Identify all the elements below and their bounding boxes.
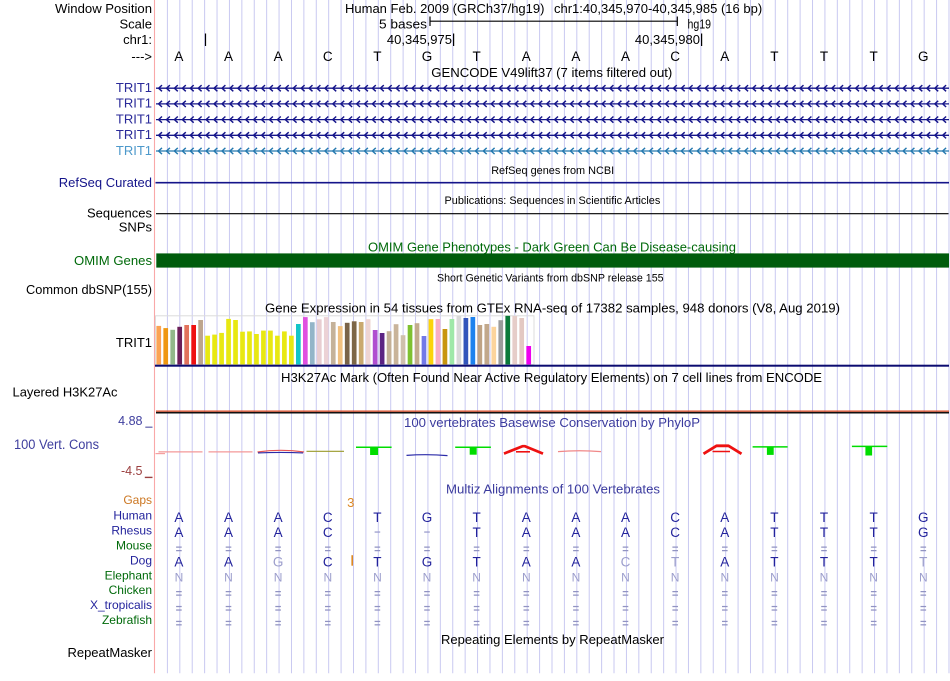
svg-text:Short Genetic Variants from db: Short Genetic Variants from dbSNP releas… (437, 272, 664, 284)
svg-text:Common dbSNP(155): Common dbSNP(155) (26, 282, 152, 297)
svg-text:TRIT1: TRIT1 (116, 143, 152, 158)
svg-text:chr1:: chr1: (123, 32, 152, 47)
svg-text:-4.5: -4.5 (121, 464, 143, 478)
svg-text:Zebrafish: Zebrafish (102, 613, 152, 627)
svg-text:AAACTAAACATTTG: AAACTAAACATTTG (174, 525, 928, 540)
svg-text:OMIM Genes: OMIM Genes (74, 253, 153, 268)
svg-text:RefSeq genes from NCBI: RefSeq genes from NCBI (491, 165, 614, 177)
svg-text:AAACTGTAAACATTTG: AAACTGTAAACATTTG (174, 49, 928, 64)
svg-text:Gene Expression in 54 tissues: Gene Expression in 54 tissues from GTEx … (265, 301, 840, 316)
svg-text:GENCODE V49lift37 (7 items fil: GENCODE V49lift37 (7 items filtered out) (431, 66, 672, 80)
svg-text:Rhesus: Rhesus (111, 524, 152, 538)
svg-text:GCTT: GCTT (273, 554, 928, 569)
svg-text:TRIT1: TRIT1 (116, 127, 152, 142)
svg-text:Mouse: Mouse (116, 538, 152, 552)
svg-text:Repeating Elements by RepeatMa: Repeating Elements by RepeatMasker (441, 633, 664, 647)
svg-text:Dog: Dog (130, 554, 152, 568)
svg-text:5 bases: 5 bases (379, 17, 428, 32)
svg-text:Multiz Alignments of 100 Verte: Multiz Alignments of 100 Vertebrates (446, 483, 660, 497)
svg-text:TRIT1: TRIT1 (116, 335, 152, 350)
svg-text:3: 3 (347, 495, 354, 510)
svg-text:SNPs: SNPs (119, 220, 153, 235)
svg-text:H3K27Ac Mark (Often Found Near: H3K27Ac Mark (Often Found Near Active Re… (281, 371, 822, 385)
svg-text:OMIM Gene Phenotypes - Dark Gr: OMIM Gene Phenotypes - Dark Green Can Be… (368, 239, 736, 254)
svg-text:4.88: 4.88 (118, 414, 142, 428)
svg-text:Sequences: Sequences (87, 205, 153, 220)
svg-text:TRIT1: TRIT1 (116, 80, 152, 95)
svg-text:100 Vert. Cons: 100 Vert. Cons (14, 437, 99, 452)
svg-text:--->: ---> (131, 49, 152, 64)
svg-text:RefSeq Curated: RefSeq Curated (59, 175, 152, 190)
svg-text:TRIT1: TRIT1 (116, 111, 152, 126)
svg-text:Window Position: Window Position (55, 1, 152, 16)
svg-text:AAACTGTAAACATTTG: AAACTGTAAACATTTG (174, 510, 928, 525)
svg-text:40,345,980: 40,345,980 (635, 32, 700, 47)
svg-text:hg19: hg19 (688, 18, 712, 32)
svg-text:40,345,975: 40,345,975 (387, 32, 452, 47)
svg-text:RepeatMasker: RepeatMasker (67, 645, 152, 660)
svg-text:Human: Human (113, 509, 152, 523)
svg-text:Human Feb. 2009 (GRCh37/hg19): Human Feb. 2009 (GRCh37/hg19) (345, 1, 544, 16)
svg-text:Publications: Sequences in Sci: Publications: Sequences in Scientific Ar… (445, 195, 661, 207)
svg-text:Chicken: Chicken (109, 583, 152, 597)
svg-text:Elephant: Elephant (105, 568, 153, 582)
svg-text:chr1:40,345,970-40,345,985 (16: chr1:40,345,970-40,345,985 (16 bp) (554, 1, 762, 16)
svg-text:X_tropicalis: X_tropicalis (90, 598, 152, 612)
svg-text:Gaps: Gaps (123, 493, 152, 507)
svg-text:Scale: Scale (119, 17, 152, 32)
svg-text:100 vertebrates Basewise Conse: 100 vertebrates Basewise Conservation by… (404, 416, 700, 430)
svg-text:Layered H3K27Ac: Layered H3K27Ac (13, 384, 118, 399)
svg-text:TRIT1: TRIT1 (116, 96, 152, 111)
svg-text:NNNNNNNNNNNNNNNN: NNNNNNNNNNNNNNNN (175, 570, 928, 584)
